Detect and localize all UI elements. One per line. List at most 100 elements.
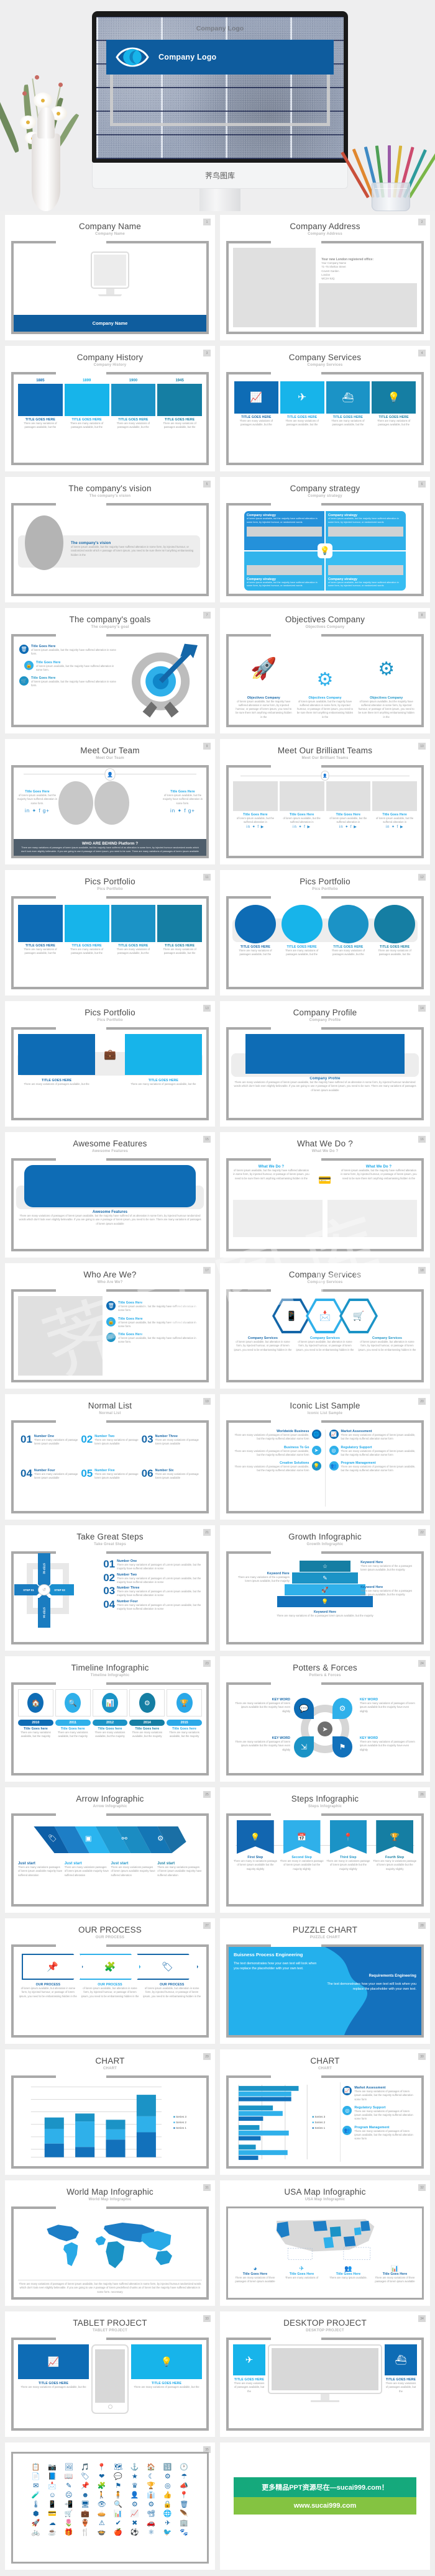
slide-thumbnail-awesome-features[interactable]: 15 Awesome Features Awesome Features Awe… [5, 1132, 215, 1258]
list-item: 02 Number Two There are many variations o… [103, 1572, 202, 1585]
library-icon: ⚙ [164, 2473, 171, 2480]
mini-monitor-graphic [91, 252, 129, 296]
library-icon: 📲 [64, 2501, 73, 2508]
slide-thumbnail-company-services-icons[interactable]: 4 Company Services Company Services 📈 TI… [220, 346, 430, 471]
slide-thumbnail-chart-column[interactable]: 29 CHART CHART ■ Series 3 ■ Series 2 ■ S… [5, 2049, 215, 2175]
home-icon: 🏠 [27, 1693, 44, 1713]
lightbulb-icon: 💡 [318, 543, 332, 558]
social-icons[interactable]: in ✦ f ▶ [372, 825, 417, 829]
slide-thumbnail-icon-library[interactable]: 35 📋 📷 🖼 🎵 📍 🗺 ⚓ 🏠 🔢 🕐 📄 📘 📖 🏷 ❤ 💬 ★ ☾ ⚙… [5, 2442, 215, 2570]
slide-thumbnail-company-goals[interactable]: 7 The company's goals The company's goal… [5, 608, 215, 733]
flag-icon: ⚑ [332, 1736, 352, 1757]
item-text: There are many variations of passages av… [134, 2385, 199, 2388]
slide-thumbnail-brilliant-teams[interactable]: 10 Meet Our Brilliant Teams Meet Our Bri… [220, 739, 430, 864]
slide-number: 6 [418, 481, 426, 488]
slide-number: 1 [203, 219, 211, 225]
slide-row: 15 Awesome Features Awesome Features Awe… [0, 1132, 435, 1263]
library-icon: ⬢ [32, 2510, 39, 2518]
step-04-label: STEP 04 [38, 1598, 50, 1628]
slide-thumbnail-company-name[interactable]: 1 Company Name Company Name Company Name [5, 215, 215, 340]
slide-row: 27 OUR PROCESS OUR PROCESS 📌 🧩 🏷 OUR PRO… [0, 1918, 435, 2049]
objective-item: ⚙ Objectives Company of lorem ipsum avai… [357, 642, 416, 719]
slide-thumbnail-iconic-list[interactable]: 20 Iconic List Sample Iconic List Sample… [220, 1394, 430, 1520]
address-line: WC2H 9JQ [321, 277, 335, 281]
slide-thumbnail-our-process[interactable]: 27 OUR PROCESS OUR PROCESS 📌 🧩 🏷 OUR PRO… [5, 1918, 215, 2044]
slide-thumbnail-steps-infographic[interactable]: 26 Steps Infographic Steps Infographic 💡… [220, 1787, 430, 1913]
slide-canvas: 👤 Title Goes Here of lorem ipsum availab… [11, 765, 209, 858]
slide-thumbnail-company-strategy[interactable]: 6 Company strategy Company strategy Comp… [220, 477, 430, 602]
library-icon: 📖 [64, 2473, 73, 2480]
chart-line-icon: 📈 [329, 1430, 339, 1439]
item-text: There are many variations available, but… [132, 1731, 163, 1738]
slide-title: Company History [76, 353, 144, 362]
promo-url[interactable]: www.sucai999.com [234, 2497, 416, 2515]
slide-thumbnail-company-address[interactable]: 2 Company Address Company Address Your n… [220, 215, 430, 340]
objective-item: ⚙ Objectives Company of lorem ipsum avai… [296, 642, 355, 719]
item-number: 04 [21, 1467, 32, 1479]
slide-thumbnail-pics-portfolio-circle[interactable]: 12 Pics Portfolio Pics Portfolio TITLE G… [220, 870, 430, 995]
slide-thumbnail-world-map[interactable]: 31 World Map Infographic World Map Infog… [5, 2180, 215, 2306]
library-icon: ☂ [181, 2473, 188, 2480]
slide-canvas: 01 Number One There are many variations o… [11, 1420, 209, 1513]
slide-thumbnail-chart-bar[interactable]: 30 CHART CHART ■ Series 3 ■ Series 2 ■ S… [220, 2049, 430, 2175]
slide-number: 22 [418, 1529, 426, 1536]
slide-thumbnail-company-history[interactable]: 3 Company History Company History 1885 T… [5, 346, 215, 471]
item-text: There are many variations available, but… [57, 1731, 88, 1738]
item-text: There are many in variations passage of … [326, 1859, 370, 1871]
slide-thumbnail-meet-our-team[interactable]: 9 Meet Our Team Meet Our Team 👤 Title Go… [5, 739, 215, 864]
social-icons[interactable]: in ✦ f g+ [17, 808, 57, 814]
airplane-icon: ✈ [280, 381, 324, 414]
footer-text: There are many variations of passages of… [21, 846, 199, 853]
social-icons[interactable]: in ✦ f ▶ [280, 825, 324, 829]
slide-thumbnail-objectives-company[interactable]: 8 Objectives Company Objectives Company … [220, 608, 430, 733]
slide-thumbnail-company-vision[interactable]: 5 The company's vision The company's vis… [5, 477, 215, 602]
social-icons[interactable]: in ✦ f ▶ [233, 825, 278, 829]
library-icon: ☾ [148, 2473, 155, 2480]
slide-thumbnail-normal-list[interactable]: 19 Normal List Normal List 01 Number One… [5, 1394, 215, 1520]
pencil-icon: ✎ [291, 1572, 359, 1584]
slide-title: Iconic List Sample [290, 1401, 360, 1410]
slide-thumbnail-take-great-steps[interactable]: 21 Take Great Steps Take Great Steps STE… [5, 1525, 215, 1651]
timeline-item: 2012 Title Goes here There are many varia… [92, 1720, 128, 1739]
library-icon: 🧪 [31, 2492, 40, 2499]
cart-icon: 🛒 [19, 676, 29, 686]
slide-thumbnail-tablet-project[interactable]: 33 TABLET PROJECT TABLET PROJECT 📈 TITLE… [5, 2311, 215, 2437]
library-icon: ☕ [48, 2529, 57, 2536]
pin-bulb-icon: 💡 [237, 1820, 274, 1854]
usa-map-graphic [277, 2219, 375, 2260]
library-icon: 📋 [31, 2464, 40, 2471]
slide-thumbnail-company-profile[interactable]: 14 Company Profile Company Profile Compa… [220, 1001, 430, 1127]
slide-row: 19 Normal List Normal List 01 Number One… [0, 1394, 435, 1525]
item-text: There are many variations of passages av… [116, 948, 150, 955]
slide-thumbnail-what-we-do[interactable]: 16 What We Do ? What We Do ? What We Do … [220, 1132, 430, 1258]
slide-thumbnail-pics-portfolio-two[interactable]: 13 Pics Portfolio Pics Portfolio TITLE G… [5, 1001, 215, 1127]
slide-thumbnail-services-hex[interactable]: 18 Company Services Company Services 📱 📩… [220, 1263, 430, 1389]
slide-number: 20 [418, 1398, 426, 1405]
star-icon: ☆ [299, 1561, 351, 1572]
hero-banner: Company Logo Company Logo 荠鸟图库 [0, 0, 435, 211]
people-icon: 👥 [329, 1461, 339, 1471]
slide-thumbnail-desktop-project[interactable]: 34 DESKTOP PROJECT DESKTOP PROJECT ✈ TIT… [220, 2311, 430, 2437]
slide-thumbnail-who-are-we[interactable]: 17 Who Are We? Who Are We? 🗑 Title Goes … [5, 1263, 215, 1389]
slide-subtitle: Timeline Infographic [90, 1674, 130, 1677]
monitor-chin-text: 荠鸟图库 [204, 171, 235, 180]
slide-thumbnail-growth-infographic[interactable]: 22 Growth Infographic Growth Infographic… [220, 1525, 430, 1651]
slide-thumbnail-pics-portfolio-rect[interactable]: 11 Pics Portfolio Pics Portfolio TITLE G… [5, 870, 215, 995]
slide-canvas: TITLE GOES HERE There are many variation… [226, 896, 424, 989]
library-icon: 👔 [147, 2492, 156, 2499]
search-icon: 🔍 [65, 1693, 81, 1713]
social-icons[interactable]: in ✦ f g+ [163, 808, 203, 814]
slide-thumbnail-arrow-infographic[interactable]: 25 Arrow Infographic Arrow Infographic 🏷… [5, 1787, 215, 1913]
logo-text: Company Logo [158, 53, 217, 61]
slide-thumbnail-usa-map[interactable]: 32 USA Map Infographic USA Map Infograph… [220, 2180, 430, 2306]
chart-side-item: 👥 Program Management There are many varia… [342, 2125, 417, 2141]
slide-thumbnail-potters-forces[interactable]: 24 Potters & Forces Potters & Forces ➤ 💬… [220, 1656, 430, 1782]
library-icon: 🌡 [31, 2501, 40, 2508]
arrow-item: Just start There are many variations pass… [111, 1862, 156, 1877]
slide-thumbnail-puzzle-chart[interactable]: 28 PUZZLE CHART PUZZLE CHART Buisness Pr… [220, 1918, 430, 2044]
slide-thumbnail-timeline-infographic[interactable]: 23 Timeline Infographic Timeline Infogra… [5, 1656, 215, 1782]
puzzle-icon: 🧩 [79, 1954, 141, 1980]
social-icons[interactable]: in ✦ f ▶ [326, 825, 371, 829]
library-icon: 🚀 [31, 2519, 40, 2527]
what-we-do-column: What We Do ? of lorem ipsum available, b… [341, 1165, 417, 1181]
